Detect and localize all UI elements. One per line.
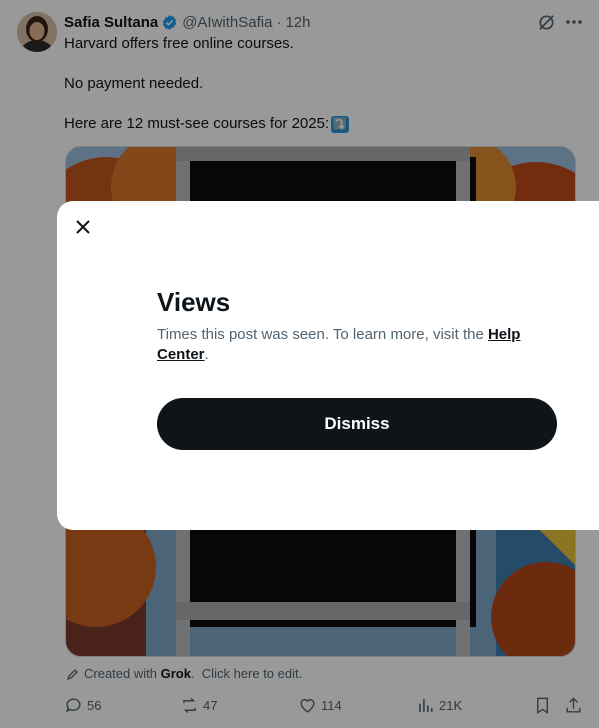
dialog-description-end: . <box>204 346 209 363</box>
dismiss-button[interactable]: Dismiss <box>157 398 557 450</box>
dialog-description: Times this post was seen. To learn more,… <box>157 325 537 365</box>
close-icon[interactable] <box>71 215 95 239</box>
views-info-dialog: Views Times this post was seen. To learn… <box>57 201 599 530</box>
dialog-description-text: Times this post was seen. To learn more,… <box>157 326 488 343</box>
dialog-title: Views <box>157 287 231 317</box>
